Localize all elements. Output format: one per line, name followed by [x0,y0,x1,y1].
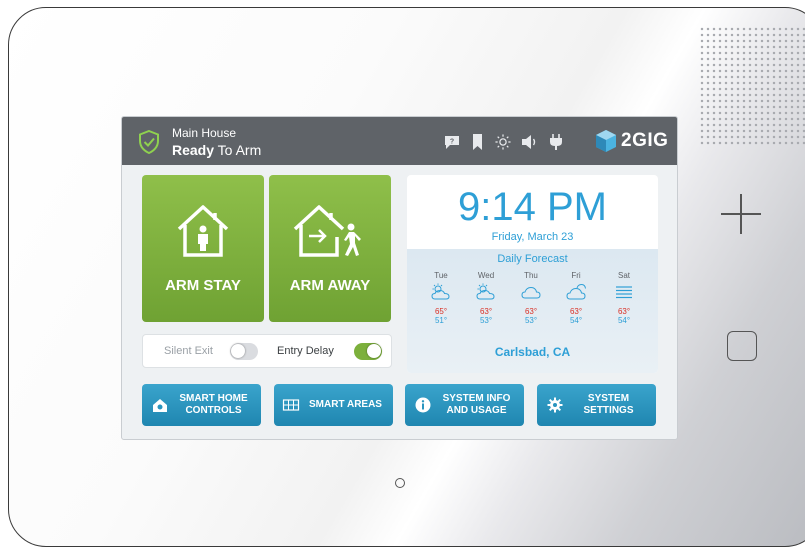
city-name: Carlsbad, CA [494,345,571,359]
chat-icon[interactable]: ? [444,134,460,150]
arm-away-button[interactable]: ARM AWAY [269,175,391,322]
smart-home-controls-label: SMART HOME CONTROLS [172,384,255,426]
arm-away-label: ARM AWAY [289,277,371,294]
forecast-day: Thu 63° 53° [511,271,551,325]
entry-delay-label: Entry Delay [277,345,334,357]
day-high: 65° [434,307,448,316]
day-name: Fri [571,271,581,280]
gear-icon [547,397,563,413]
arm-stay-label: ARM STAY [165,277,241,294]
entry-delay-knob [367,344,381,358]
day-name: Wed [477,271,495,280]
brand-cube-icon [596,130,616,152]
proximity-sensor [395,478,405,488]
day-low: 53° [479,316,493,325]
system-info-button[interactable]: SYSTEM INFO AND USAGE [405,384,524,426]
partly-sunny-icon [431,283,450,300]
day-low: 54° [569,316,583,325]
silent-exit-label: Silent Exit [164,345,213,357]
house-exit-icon [293,205,361,257]
shield-check-icon [139,130,159,154]
smart-areas-icon [282,399,300,411]
smart-home-icon [153,399,167,412]
forecast-day: Wed 63° 53° [466,271,506,325]
silent-exit-toggle[interactable] [230,343,258,360]
system-info-label-text: SYSTEM INFO AND USAGE [442,393,511,416]
forecast-day: Tue 65° 51° [421,271,461,325]
smart-areas-button[interactable]: SMART AREAS [274,384,393,426]
cloud-icon [521,286,541,299]
day-name: Thu [524,271,538,280]
entry-delay-toggle[interactable] [354,343,382,360]
daily-forecast: Daily Forecast Tue 65° 51° Wed 63° 53° T… [407,249,658,373]
silent-exit-knob [231,344,245,358]
forecast-day: Fri 63° 54° [556,271,596,325]
day-low: 53° [524,316,538,325]
svg-text:?: ? [450,139,454,146]
clock-time: 9:14 PM [458,185,607,229]
volume-icon[interactable] [521,134,539,150]
day-high: 63° [617,307,631,316]
brand-logo: 2GIG [594,129,668,153]
smart-home-controls-button[interactable]: SMART HOME CONTROLS [142,384,261,426]
clock-date: Friday, March 23 [491,231,574,243]
partly-cloudy-icon [566,283,586,300]
arm-status: Ready To Arm [172,142,261,158]
home-button[interactable] [727,331,757,361]
forecast-title: Daily Forecast [497,253,568,265]
brightness-icon[interactable] [494,134,512,150]
day-name: Sat [617,271,630,280]
system-settings-button[interactable]: SYSTEM SETTINGS [537,384,656,426]
house-person-icon [177,205,229,257]
info-icon [415,397,431,413]
power-plug-icon[interactable] [549,134,563,150]
day-low: 54° [617,316,631,325]
fog-icon [616,286,632,299]
weather-card[interactable]: 9:14 PM Friday, March 23 Daily Forecast … [407,175,658,373]
status-bar: Main House Ready To Arm ? 2GIG [122,117,677,165]
system-settings-label: SYSTEM SETTINGS [567,384,650,426]
day-high: 63° [524,307,538,316]
location-name: Main House [172,126,237,140]
day-low: 51° [434,316,448,325]
arm-status-bold: Ready [172,142,215,158]
speaker-grille [699,26,805,146]
day-high: 63° [569,307,583,316]
arm-status-rest: To Arm [214,142,262,158]
smart-home-label-text: SMART HOME CONTROLS [179,393,248,416]
day-high: 63° [479,307,493,316]
partly-sunny-icon [476,283,495,300]
volume-plus-button[interactable] [721,194,761,234]
system-settings-label-text: SYSTEM SETTINGS [583,393,634,416]
arm-stay-button[interactable]: ARM STAY [142,175,264,322]
bookmark-icon[interactable] [472,134,483,150]
arm-options-panel: Silent Exit Entry Delay [142,334,392,368]
day-name: Tue [434,271,448,280]
forecast-day: Sat 63° 54° [604,271,644,325]
smart-areas-label: SMART AREAS [304,384,387,426]
touch-screen: Main House Ready To Arm ? 2GIG ARM STAY … [121,116,678,440]
smart-areas-label-text: SMART AREAS [309,399,382,410]
brand-name: 2GIG [621,130,669,151]
system-info-label: SYSTEM INFO AND USAGE [435,384,518,426]
